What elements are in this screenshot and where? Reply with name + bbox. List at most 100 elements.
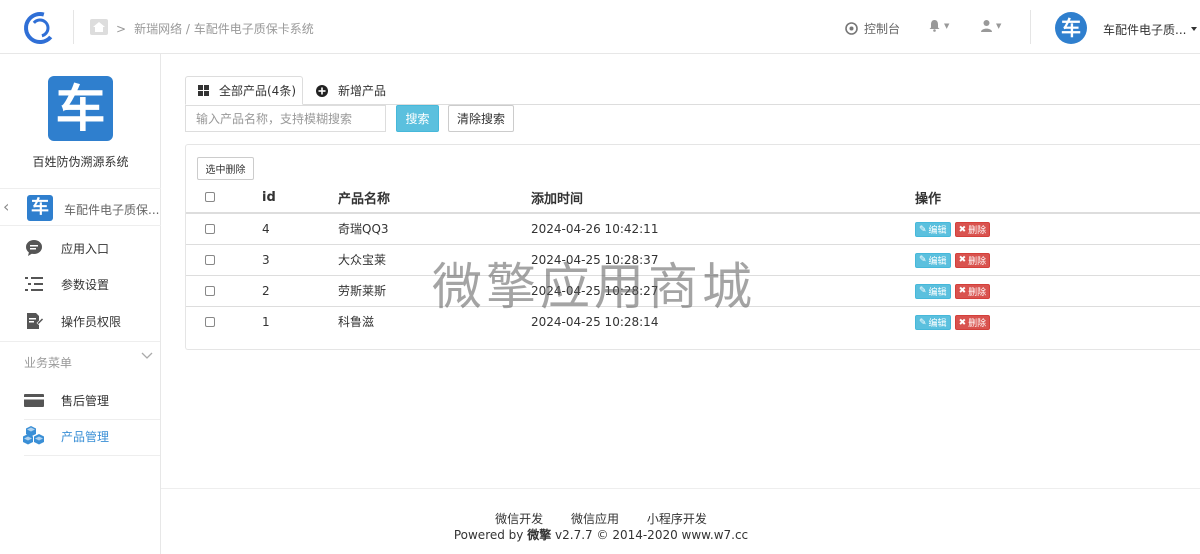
cell-name: 奇瑞QQ3 <box>338 212 531 244</box>
close-icon: ✖ <box>958 286 967 297</box>
tab-all-products[interactable]: 全部产品(4条) <box>185 76 303 105</box>
footer: 微信开发 微信应用 小程序开发 Powered by 微擎 v2.7.7 © 2… <box>161 488 1200 554</box>
sidebar-item-label: 操作员权限 <box>61 314 122 329</box>
sidebar-item-label: 产品管理 <box>61 429 110 444</box>
edit-button[interactable]: ✎ 编辑 <box>915 222 951 237</box>
grid-icon <box>198 85 209 96</box>
row-checkbox[interactable] <box>205 255 215 265</box>
app-logo-icon[interactable] <box>23 11 57 45</box>
console-label: 控制台 <box>864 22 901 36</box>
sidebar-item-operator-permissions[interactable]: 操作员权限 <box>0 303 160 339</box>
list-settings-icon <box>25 277 43 291</box>
table-row: 1 科鲁滋 2024-04-25 10:28:14 ✎ 编辑 ✖ 删除 <box>186 305 1200 337</box>
chevron-down-icon[interactable] <box>141 352 153 360</box>
edit-label: 编辑 <box>928 287 947 298</box>
delete-button[interactable]: ✖ 删除 <box>954 315 991 330</box>
clear-search-button[interactable]: 清除搜索 <box>448 105 514 132</box>
divider <box>1030 10 1031 44</box>
edit-button[interactable]: ✎ 编辑 <box>915 283 951 299</box>
footer-link[interactable]: 小程序开发 <box>647 512 707 526</box>
tab-add-product[interactable]: 新增产品 <box>316 76 386 105</box>
sub-app-name: 车配件电子质保... <box>64 203 160 217</box>
card-icon <box>24 394 44 407</box>
table-header-row: id 产品名称 添加时间 操作 <box>186 182 1200 214</box>
chevron-down-icon: ▼ <box>944 21 950 30</box>
home-icon[interactable] <box>90 19 108 35</box>
footer-link[interactable]: 微信应用 <box>571 512 619 526</box>
account-avatar[interactable]: 车 <box>1055 12 1087 44</box>
delete-button[interactable]: ✖ 删除 <box>954 222 991 237</box>
column-header-time: 添加时间 <box>531 182 915 214</box>
cell-id: 4 <box>262 212 338 244</box>
select-all-checkbox[interactable] <box>205 192 215 202</box>
console-link[interactable]: 控制台 <box>845 20 900 37</box>
sub-app-switcher[interactable]: ‹ 车 车配件电子质保... <box>0 188 161 226</box>
delete-label: 删除 <box>968 319 987 329</box>
sidebar-item-after-sales[interactable]: 售后管理 <box>0 382 160 418</box>
notification-menu[interactable]: ▼ <box>928 19 949 32</box>
sidebar: 车 百姓防伪溯源系统 ‹ 车 车配件电子质保... 应用入口 参数设置 操作员权… <box>0 54 161 554</box>
top-bar: > 新瑞网络 / 车配件电子质保卡系统 控制台 ▼ ▼ 车 车配件电子质... <box>0 0 1200 54</box>
search-button[interactable]: 搜索 <box>396 105 439 132</box>
powered-prefix: Powered by <box>453 528 528 542</box>
close-icon: ✖ <box>958 255 967 266</box>
product-table: id 产品名称 添加时间 操作 4 奇瑞QQ3 2024-04-26 10:42… <box>186 182 1200 337</box>
powered-suffix: v2.7.7 © 2014-2020 www.w7.cc <box>551 528 749 542</box>
cell-name: 科鲁滋 <box>338 305 531 337</box>
cell-id: 2 <box>262 274 338 306</box>
sidebar-item-settings[interactable]: 参数设置 <box>0 266 160 302</box>
edit-doc-icon <box>27 313 44 329</box>
chevron-left-icon[interactable]: ‹ <box>3 197 9 216</box>
cell-time: 2024-04-25 10:28:14 <box>531 305 915 337</box>
product-table-panel: 选中删除 id 产品名称 添加时间 操作 4 奇瑞QQ3 2024-04-26 … <box>185 144 1200 350</box>
cell-name: 劳斯莱斯 <box>338 274 531 306</box>
breadcrumb-text[interactable]: 新瑞网络 / 车配件电子质保卡系统 <box>134 22 314 36</box>
table-row: 4 奇瑞QQ3 2024-04-26 10:42:11 ✎ 编辑 ✖ 删除 <box>186 212 1200 244</box>
copyright: Powered by 微擎 v2.7.7 © 2014-2020 www.w7.… <box>161 526 1041 543</box>
close-icon: ✖ <box>958 224 967 235</box>
divider <box>24 455 160 456</box>
sidebar-item-products[interactable]: 产品管理 <box>0 418 160 454</box>
section-label-business[interactable]: 业务菜单 <box>24 354 72 371</box>
account-caret-icon[interactable] <box>1191 27 1197 31</box>
cell-time: 2024-04-25 10:28:37 <box>531 243 915 275</box>
chevron-down-icon: ▼ <box>996 21 1002 30</box>
edit-icon: ✎ <box>919 224 927 235</box>
sidebar-item-app-entry[interactable]: 应用入口 <box>0 230 160 266</box>
delete-label: 删除 <box>968 226 987 236</box>
account-name[interactable]: 车配件电子质... <box>1103 21 1186 38</box>
delete-button[interactable]: ✖ 删除 <box>954 283 991 299</box>
app-name: 百姓防伪溯源系统 <box>32 155 129 169</box>
table-row: 3 大众宝莱 2024-04-25 10:28:37 ✎ 编辑 ✖ 删除 <box>186 243 1200 275</box>
edit-label: 编辑 <box>928 256 947 267</box>
product-search-input[interactable] <box>185 105 386 132</box>
delete-selected-button[interactable]: 选中删除 <box>197 157 254 180</box>
column-header-id: id <box>262 182 338 214</box>
row-checkbox[interactable] <box>205 317 215 328</box>
row-checkbox[interactable] <box>205 224 215 235</box>
user-icon <box>981 20 992 32</box>
breadcrumb: > 新瑞网络 / 车配件电子质保卡系统 <box>116 20 314 37</box>
powered-brand[interactable]: 微擎 <box>527 528 551 542</box>
delete-label: 删除 <box>968 256 987 267</box>
sub-app-logo: 车 <box>27 195 53 221</box>
close-icon: ✖ <box>958 317 967 328</box>
cell-id: 3 <box>262 243 338 275</box>
tab-bar: 全部产品(4条) 新增产品 <box>185 76 1200 105</box>
user-menu[interactable]: ▼ <box>980 19 1001 32</box>
app-logo: 车 <box>48 76 113 141</box>
cell-time: 2024-04-25 10:28:27 <box>531 274 915 306</box>
divider <box>73 10 74 44</box>
sidebar-item-label: 参数设置 <box>61 277 110 292</box>
footer-link[interactable]: 微信开发 <box>495 512 543 526</box>
edit-button[interactable]: ✎ 编辑 <box>915 315 951 330</box>
cell-id: 1 <box>262 305 338 337</box>
edit-icon: ✎ <box>919 255 927 266</box>
divider <box>0 341 160 342</box>
breadcrumb-arrow-icon: > <box>116 22 127 36</box>
delete-label: 删除 <box>968 287 987 298</box>
row-checkbox[interactable] <box>205 286 215 296</box>
sidebar-item-label: 应用入口 <box>61 241 110 256</box>
delete-button[interactable]: ✖ 删除 <box>954 252 991 268</box>
edit-button[interactable]: ✎ 编辑 <box>915 252 951 268</box>
